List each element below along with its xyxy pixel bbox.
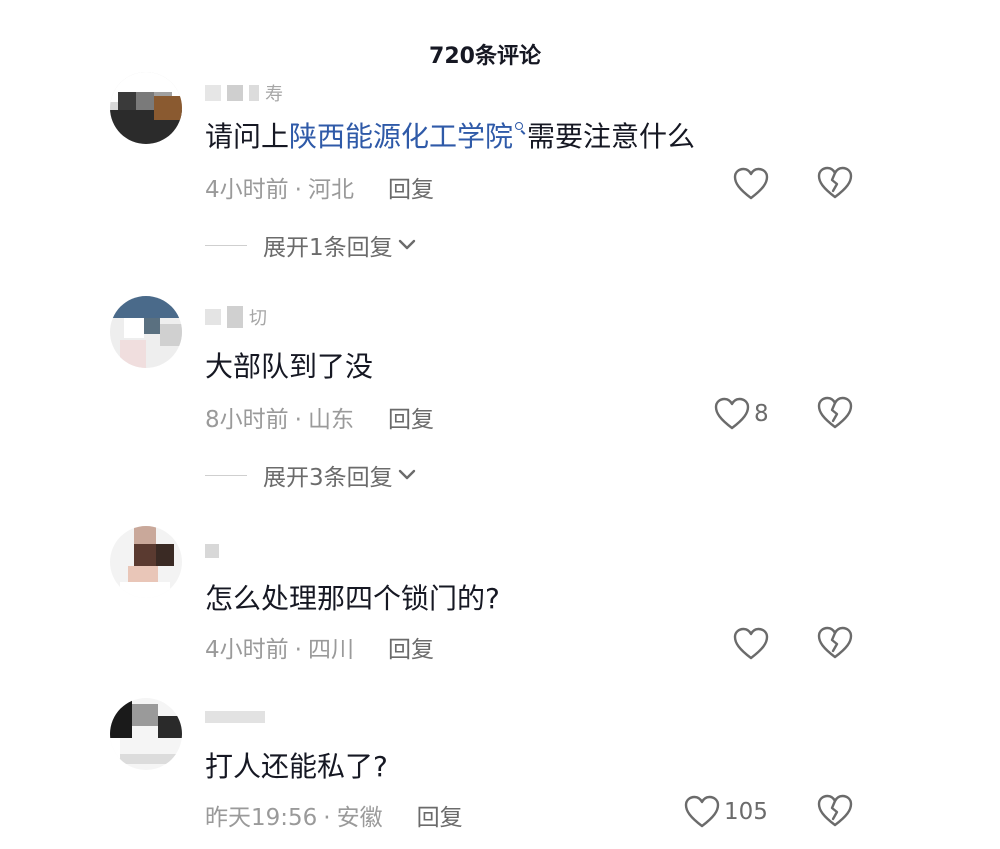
comment-text: 请问上陕西能源化工学院 需要注意什么 — [205, 120, 696, 153]
comment-count-title: 720条评论 — [429, 44, 541, 69]
username[interactable]: 切 — [205, 304, 267, 328]
dislike-button[interactable] — [817, 166, 853, 202]
like-button[interactable] — [733, 626, 773, 662]
comment-meta: 8小时前 · 山东 回复 — [205, 407, 434, 433]
reply-button[interactable]: 回复 — [417, 805, 463, 831]
comment-meta: 4小时前 · 四川 回复 — [205, 637, 434, 663]
username[interactable] — [205, 540, 225, 564]
username[interactable]: 寿 — [205, 80, 283, 104]
comment-text: 打人还能私了? — [205, 750, 388, 783]
heart-outline-icon — [733, 167, 769, 200]
comment-text: 怎么处理那四个锁门的? — [205, 582, 500, 615]
like-button[interactable]: 8 — [714, 396, 769, 432]
reply-button[interactable]: 回复 — [388, 637, 434, 663]
heart-outline-icon — [733, 627, 769, 660]
avatar[interactable] — [110, 526, 182, 598]
location: 山东 — [307, 407, 354, 433]
search-icon[interactable] — [515, 122, 525, 136]
like-button[interactable] — [733, 166, 773, 202]
username[interactable] — [205, 706, 271, 730]
heart-outline-icon — [684, 795, 720, 828]
dislike-button[interactable] — [817, 396, 853, 432]
like-count: 105 — [724, 799, 768, 825]
like-count: 8 — [754, 401, 769, 427]
timestamp: 8小时前 — [205, 407, 289, 433]
reply-button[interactable]: 回复 — [388, 177, 434, 203]
avatar[interactable] — [110, 296, 182, 368]
like-button[interactable]: 105 — [684, 794, 768, 830]
broken-heart-icon — [817, 626, 853, 659]
divider-line — [205, 244, 247, 246]
comment-text: 大部队到了没 — [205, 350, 374, 383]
heart-outline-icon — [714, 397, 750, 430]
location: 四川 — [307, 637, 354, 663]
avatar[interactable] — [110, 72, 182, 144]
location: 河北 — [307, 177, 354, 203]
broken-heart-icon — [817, 396, 853, 429]
comments-panel: 720条评论 寿 请问上陕西能源化工学院 需要注意什么 4小时前 · 河北 回复 展开1… — [0, 0, 1000, 849]
location: 安徽 — [336, 805, 383, 831]
search-link[interactable]: 陕西能源化工学院 — [289, 120, 513, 153]
timestamp: 昨天19:56 — [205, 805, 318, 831]
timestamp: 4小时前 — [205, 177, 289, 203]
avatar[interactable] — [110, 698, 182, 770]
expand-replies-button[interactable]: 展开3条回复 — [205, 460, 417, 491]
dislike-button[interactable] — [817, 794, 853, 830]
comment-meta: 4小时前 · 河北 回复 — [205, 177, 434, 203]
expand-replies-button[interactable]: 展开1条回复 — [205, 230, 417, 261]
dislike-button[interactable] — [817, 626, 853, 662]
comment-meta: 昨天19:56 · 安徽 回复 — [205, 805, 463, 831]
broken-heart-icon — [817, 166, 853, 199]
timestamp: 4小时前 — [205, 637, 289, 663]
chevron-down-icon — [398, 469, 415, 480]
divider-line — [205, 474, 247, 476]
broken-heart-icon — [817, 794, 853, 827]
reply-button[interactable]: 回复 — [388, 407, 434, 433]
chevron-down-icon — [398, 239, 415, 250]
